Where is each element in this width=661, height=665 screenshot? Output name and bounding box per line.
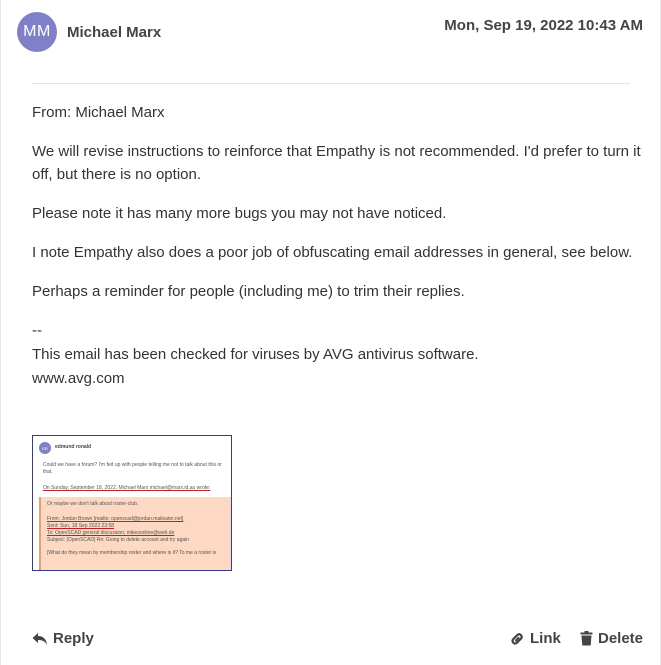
avatar-initials: MM bbox=[23, 23, 51, 40]
thumbnail-quote: Or maybe we don't talk about roster-club… bbox=[39, 497, 231, 570]
thumbnail-avatar: ER bbox=[39, 442, 51, 454]
body-paragraph: I note Empathy also does a poor job of o… bbox=[32, 244, 633, 261]
reply-button[interactable]: Reply bbox=[32, 630, 94, 647]
thumbnail-author: edmund ronald bbox=[55, 444, 92, 450]
signature: -- This email has been checked for virus… bbox=[32, 319, 642, 391]
from-line: From: Michael Marx bbox=[32, 104, 165, 121]
reply-label: Reply bbox=[53, 630, 94, 647]
reply-arrow-icon bbox=[32, 632, 48, 646]
delete-label: Delete bbox=[598, 630, 644, 647]
thumbnail-text: Could we have a forum? I'm fed up with p… bbox=[43, 462, 222, 475]
avatar[interactable]: MM bbox=[17, 12, 57, 52]
delete-button[interactable]: Delete bbox=[580, 630, 643, 647]
body-paragraph: Perhaps a reminder for people (including… bbox=[32, 283, 465, 300]
signature-separator: -- bbox=[32, 322, 42, 339]
thumbnail-quote-line: From: Jordan Brown [mailto: openscad@jor… bbox=[47, 516, 184, 522]
link-label: Link bbox=[530, 630, 561, 647]
header-divider bbox=[32, 83, 630, 84]
thumbnail-quote-line: To: OpenSCAD general discussion; mikeson… bbox=[47, 530, 175, 536]
message-body: From: Michael Marx We will revise instru… bbox=[32, 101, 642, 391]
body-paragraph: Please note it has many more bugs you ma… bbox=[32, 205, 447, 222]
link-chain-icon bbox=[509, 631, 525, 647]
action-bar: Reply Link Delete bbox=[1, 630, 661, 656]
signature-line: This email has been checked for viruses … bbox=[32, 346, 479, 363]
thumbnail-text: On Sunday, September 18, 2022, Michael M… bbox=[43, 485, 211, 491]
message-card: MM Michael Marx Mon, Sep 19, 2022 10:43 … bbox=[0, 0, 661, 665]
attachment-thumbnail[interactable]: ER edmund ronald Could we have a forum? … bbox=[32, 435, 232, 571]
thumbnail-avatar-initials: ER bbox=[42, 445, 48, 451]
body-paragraph: We will revise instructions to reinforce… bbox=[32, 143, 641, 183]
trash-icon bbox=[580, 631, 593, 646]
message-timestamp: Mon, Sep 19, 2022 10:43 AM bbox=[444, 17, 643, 34]
thumbnail-quote-line: Subject: [OpenSCAD] Re: Going to delete … bbox=[47, 537, 190, 543]
thumbnail-quote-line: [What do they mean by membership roster … bbox=[47, 550, 217, 556]
link-button[interactable]: Link bbox=[509, 630, 561, 647]
thumbnail-quote-line: Sent: Sun, 18 Sep 2022 23:58 bbox=[47, 523, 114, 529]
signature-link[interactable]: www.avg.com bbox=[32, 367, 642, 391]
thumbnail-quote-line: Or maybe we don't talk about roster-club… bbox=[47, 501, 139, 507]
author-name[interactable]: Michael Marx bbox=[67, 24, 161, 41]
